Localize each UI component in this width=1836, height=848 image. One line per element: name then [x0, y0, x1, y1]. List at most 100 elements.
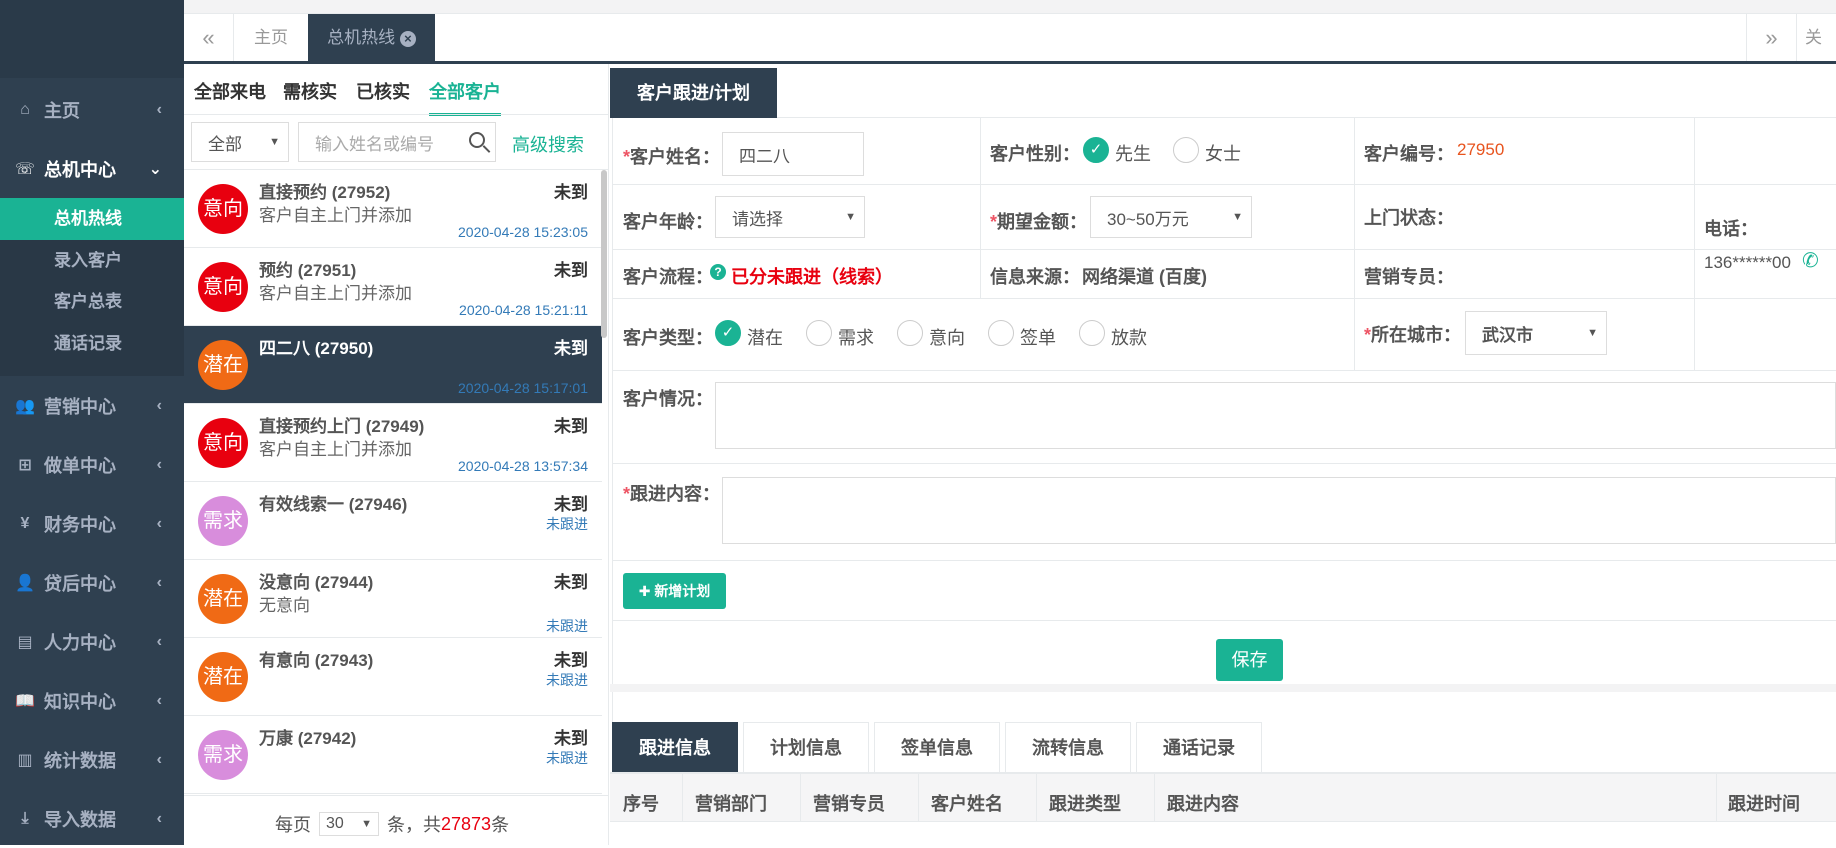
type-intention-radio[interactable] [897, 320, 923, 346]
tabs-scroll-left-button[interactable]: « [184, 14, 234, 61]
situation-textarea[interactable] [715, 382, 1836, 449]
search-input[interactable]: 输入姓名或编号 [298, 122, 496, 162]
chevron-left-icon: ‹ [156, 514, 162, 532]
type-signed-radio[interactable] [988, 320, 1014, 346]
gender-male-radio[interactable]: ✓ [1083, 137, 1109, 163]
follow-status: 未跟进 [546, 750, 588, 766]
customer-desc: 客户自主上门并添加 [259, 206, 412, 225]
sales-label: 营销专员： [1364, 267, 1454, 287]
content-label: *跟进内容： [623, 484, 721, 504]
amount-select[interactable]: 30~50万元 ▼ [1090, 196, 1252, 238]
list-item[interactable]: 潜在 有意向 (27943) 未到 未跟进 [184, 638, 602, 716]
gender-female-radio[interactable] [1173, 137, 1199, 163]
close-circle-icon[interactable]: × [399, 31, 416, 47]
tab-transfer-info[interactable]: 流转信息 [1005, 722, 1131, 772]
type-signed-label: 签单 [1020, 328, 1056, 348]
sidebar-logo-area [0, 0, 184, 78]
timestamp: 2020-04-28 15:21:11 [459, 302, 588, 318]
sidebar-sub-call-records[interactable]: 通话记录 [0, 323, 184, 365]
customer-name: 直接预约上门 (27949) [259, 417, 425, 436]
sidebar-sub-hotline[interactable]: 总机热线 [0, 198, 184, 240]
source-value: 网络渠道 (百度) [1082, 267, 1207, 287]
tab-hotline[interactable]: 总机热线 × [308, 14, 435, 61]
situation-label: 客户情况： [623, 389, 713, 409]
type-potential-radio[interactable]: ✓ [715, 320, 741, 346]
filter-verified[interactable]: 已核实 [356, 78, 410, 104]
amount-label: *期望金额： [990, 212, 1088, 232]
tab-plan-info[interactable]: 计划信息 [743, 722, 869, 772]
tab-sign-info[interactable]: 签单信息 [874, 722, 1000, 772]
visit-status: 未到 [554, 261, 588, 280]
sitemap-icon: ⊞ [18, 456, 32, 474]
customer-name: 直接预约 (27952) [259, 183, 391, 202]
city-label: *所在城市： [1364, 325, 1462, 345]
list-item[interactable]: 需求 万康 (27942) 未到 未跟进 [184, 716, 602, 794]
sidebar-item-hr[interactable]: ▤ 人力中心 ‹ [0, 612, 184, 671]
chevron-left-icon: ‹ [156, 100, 162, 118]
list-scrollbar[interactable] [601, 170, 607, 338]
sidebar-item-home[interactable]: ⌂ 主页 ‹ [0, 80, 184, 139]
save-button[interactable]: 保存 [1216, 639, 1283, 681]
customer-desc: 客户自主上门并添加 [259, 284, 412, 303]
type-potential-label: 潜在 [747, 328, 783, 348]
filter-all-customers[interactable]: 全部客户 [429, 78, 501, 116]
sidebar-sub-customer-table[interactable]: 客户总表 [0, 281, 184, 323]
flow-label: 客户流程： [623, 267, 713, 287]
sidebar-item-knowledge[interactable]: 📖 知识中心 ‹ [0, 671, 184, 730]
name-input[interactable]: 四二八 [722, 132, 864, 176]
tab-followup-info[interactable]: 跟进信息 [612, 722, 738, 772]
age-select[interactable]: 请选择 ▼ [715, 196, 865, 238]
customer-name: 有意向 (27943) [259, 651, 374, 670]
form-tab-bar [610, 64, 1836, 118]
sidebar-sub-add-customer[interactable]: 录入客户 [0, 240, 184, 282]
sidebar-item-stats[interactable]: ▥ 统计数据 ‹ [0, 730, 184, 789]
phone-icon[interactable]: ✆ [1802, 248, 1819, 273]
list-item[interactable]: 需求 有效线索一 (27946) 未到 未跟进 [184, 482, 602, 560]
tabs-scroll-right-button[interactable]: » [1746, 14, 1796, 61]
filter-need-verify[interactable]: 需核实 [283, 78, 337, 104]
sidebar-item-switchboard[interactable]: ☏ 总机中心 ⌄ [0, 139, 184, 198]
customer-desc: 无意向 [259, 596, 310, 615]
chevron-left-icon: ‹ [156, 691, 162, 709]
category-select[interactable]: 全部 ▼ [191, 122, 289, 162]
tab-home[interactable]: 主页 [234, 14, 308, 61]
customer-desc: 客户自主上门并添加 [259, 440, 412, 459]
download-icon: ⤓ [21, 809, 29, 827]
sidebar-item-import[interactable]: ⤓ 导入数据 ‹ [0, 789, 184, 848]
list-item[interactable]: 意向 直接预约 (27952) 未到 客户自主上门并添加 2020-04-28 15:2… [184, 170, 602, 248]
list-item[interactable]: 意向 直接预约上门 (27949) 未到 客户自主上门并添加 2020-04-28 13… [184, 404, 602, 482]
tab-customer-followup[interactable]: 客户跟进/计划 [610, 68, 777, 118]
chevron-left-icon: ‹ [156, 750, 162, 768]
col-department: 营销部门 [695, 794, 767, 814]
type-demand-radio[interactable] [806, 320, 832, 346]
double-chevron-left-icon: « [202, 25, 215, 50]
bar-chart-icon: ▥ [17, 751, 33, 769]
city-select[interactable]: 武汉市 ▼ [1465, 311, 1607, 355]
add-plan-button[interactable]: ✚ 新增计划 [623, 573, 726, 609]
section-divider [610, 684, 1836, 692]
customer-type-badge: 意向 [198, 418, 248, 468]
close-tabs-button[interactable]: 关闭 [1796, 14, 1836, 61]
content-textarea[interactable] [722, 477, 1836, 544]
list-item[interactable]: 潜在 没意向 (27944) 未到 无意向 未跟进 [184, 560, 602, 638]
sidebar-item-orders[interactable]: ⊞ 做单中心 ‹ [0, 435, 184, 494]
help-icon[interactable]: ? [710, 264, 726, 280]
sidebar-item-finance[interactable]: ¥ 财务中心 ‹ [0, 494, 184, 553]
list-item[interactable]: 潜在 四二八 (27950) 未到 2020-04-28 15:17:01 [184, 326, 602, 404]
customer-name: 有效线索一 (27946) [259, 495, 408, 514]
filter-all-calls[interactable]: 全部来电 [194, 78, 266, 104]
tab-call-records[interactable]: 通话记录 [1136, 722, 1262, 772]
sidebar-item-marketing[interactable]: 👥 营销中心 ‹ [0, 376, 184, 435]
customer-name: 四二八 (27950) [259, 339, 374, 358]
sidebar-item-post-loan[interactable]: 👤 贷后中心 ‹ [0, 553, 184, 612]
list-item[interactable]: 意向 预约 (27951) 未到 客户自主上门并添加 2020-04-28 15:21:… [184, 248, 602, 326]
per-page-select[interactable]: 30 ▼ [319, 812, 379, 836]
type-loan-radio[interactable] [1079, 320, 1105, 346]
advanced-search-link[interactable]: 高级搜索 [512, 131, 584, 157]
customer-name: 万康 (27942) [259, 729, 357, 748]
follow-status: 未跟进 [546, 672, 588, 688]
customer-type-badge: 潜在 [198, 652, 248, 702]
visit-status: 未到 [554, 573, 588, 592]
yen-icon: ¥ [20, 514, 30, 532]
caret-down-icon: ▼ [361, 818, 372, 830]
